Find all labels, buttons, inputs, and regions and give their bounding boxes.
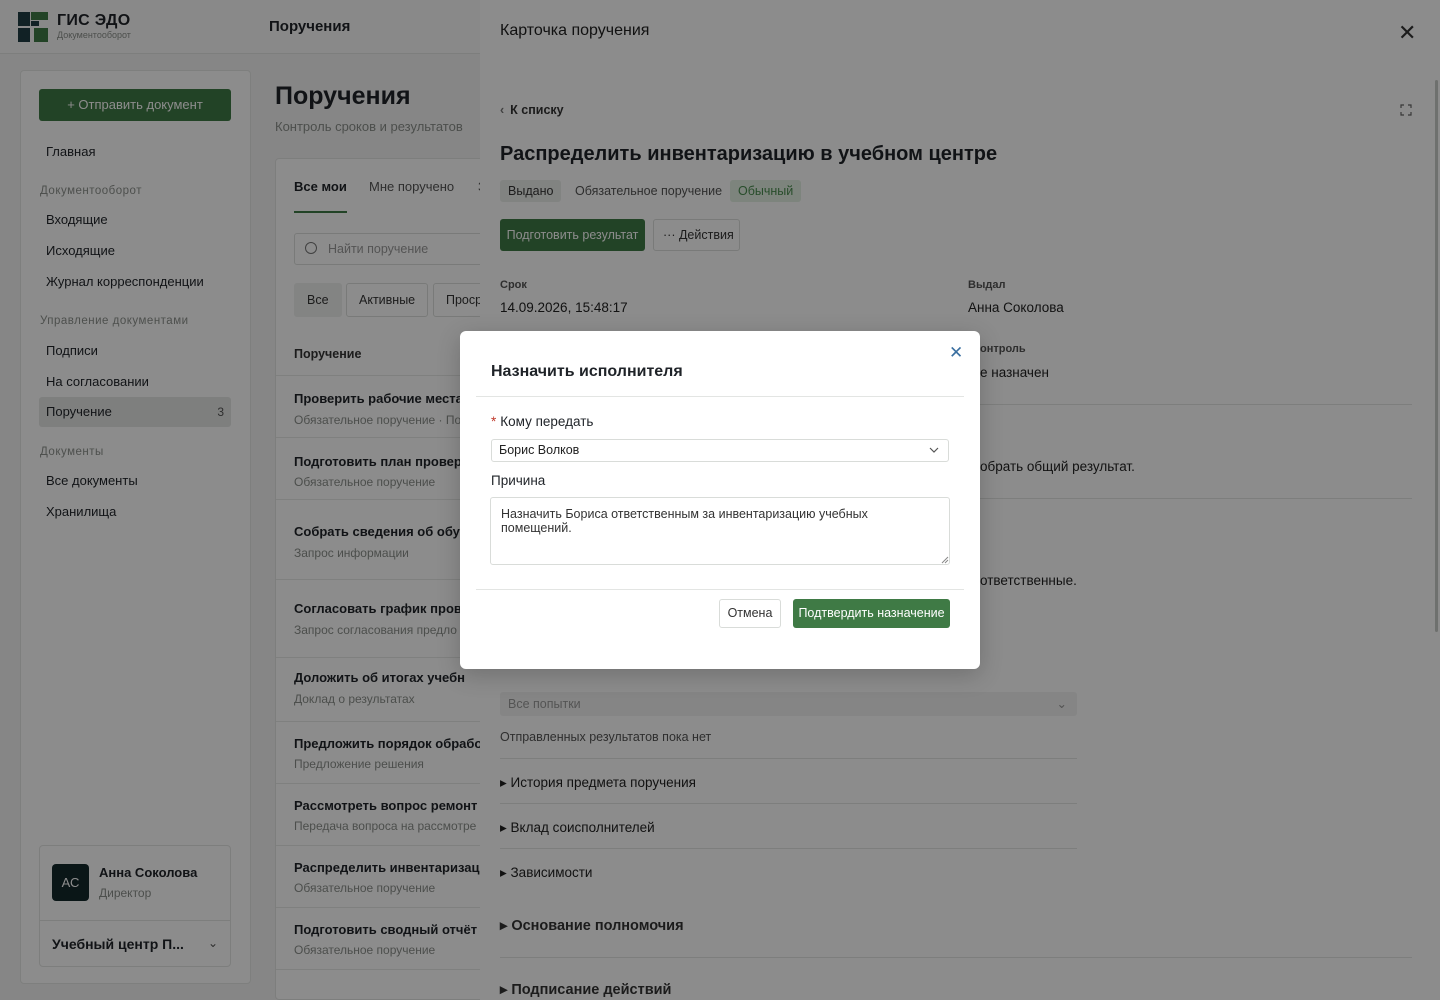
chevron-down-icon bbox=[929, 447, 939, 453]
recipient-label-text: Кому передать bbox=[500, 414, 594, 429]
resize-handle-icon[interactable] bbox=[941, 556, 949, 564]
recipient-label: * Кому передать bbox=[491, 414, 593, 429]
required-asterisk: * bbox=[491, 414, 497, 429]
dialog-header-divider bbox=[476, 396, 964, 397]
recipient-select[interactable]: Борис Волков bbox=[491, 439, 949, 462]
dialog-footer-divider bbox=[476, 589, 964, 590]
cancel-button[interactable]: Отмена bbox=[719, 599, 781, 628]
recipient-select-value: Борис Волков bbox=[499, 443, 580, 457]
reason-textarea[interactable]: Назначить Бориса ответственным за инвент… bbox=[490, 497, 950, 565]
reason-label: Причина bbox=[491, 473, 546, 488]
close-icon[interactable]: ✕ bbox=[949, 343, 963, 363]
dialog-title: Назначить исполнителя bbox=[491, 363, 683, 380]
confirm-assignment-button[interactable]: Подтвердить назначение bbox=[793, 599, 950, 628]
assign-executor-dialog: ✕ Назначить исполнителя * Кому передать Б… bbox=[460, 331, 980, 669]
